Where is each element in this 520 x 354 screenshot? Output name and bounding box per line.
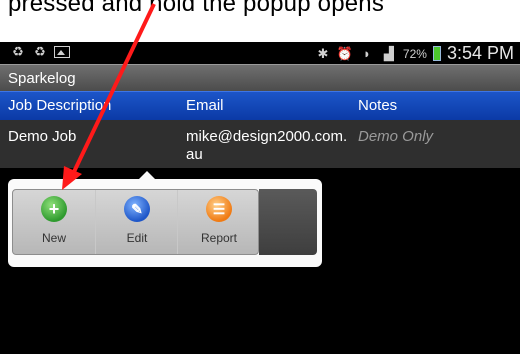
annotation-arrow-shaft: [70, 3, 156, 177]
annotation-arrow-head: [62, 166, 82, 190]
annotation-arrow: [62, 3, 156, 190]
